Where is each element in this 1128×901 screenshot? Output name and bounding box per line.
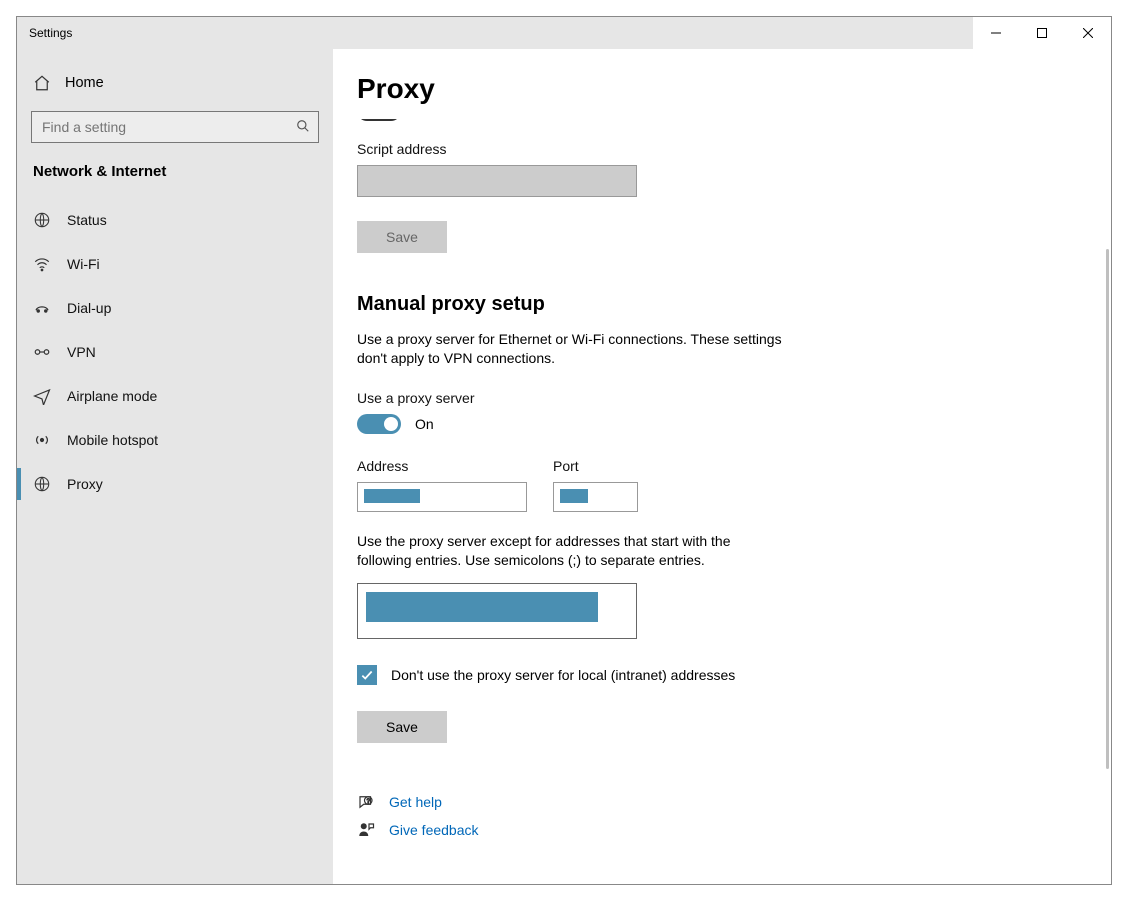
wifi-icon — [33, 255, 51, 273]
manual-proxy-heading: Manual proxy setup — [357, 293, 1111, 316]
script-address-input[interactable] — [357, 165, 637, 197]
minimize-button[interactable] — [973, 17, 1019, 49]
give-feedback-link[interactable]: Give feedback — [389, 822, 479, 838]
save-script-button[interactable]: Save — [357, 221, 447, 253]
port-value-redacted — [560, 489, 588, 503]
scroll-region[interactable]: Off Script address Save Manual proxy set… — [333, 119, 1111, 884]
local-addresses-checkbox[interactable] — [357, 665, 377, 685]
nav-list: Status Wi-Fi Dial-up — [17, 198, 333, 506]
port-input[interactable] — [553, 482, 638, 512]
search-box[interactable] — [31, 111, 319, 143]
feedback-icon — [357, 821, 375, 839]
home-icon — [33, 74, 51, 92]
manual-proxy-desc: Use a proxy server for Ethernet or Wi-Fi… — [357, 330, 807, 368]
titlebar: Settings — [17, 17, 1111, 49]
address-value-redacted — [364, 489, 420, 503]
get-help-row[interactable]: ? Get help — [357, 793, 1111, 811]
globe-icon — [33, 211, 51, 229]
airplane-icon — [33, 387, 51, 405]
address-input[interactable] — [357, 482, 527, 512]
setup-script-toggle[interactable] — [357, 119, 401, 121]
scrollbar[interactable] — [1106, 249, 1109, 769]
port-label: Port — [553, 458, 638, 474]
nav-label: Dial-up — [67, 300, 111, 316]
nav-item-proxy[interactable]: Proxy — [17, 462, 333, 506]
local-addresses-label: Don't use the proxy server for local (in… — [391, 667, 735, 683]
home-label: Home — [65, 75, 104, 91]
nav-label: VPN — [67, 344, 96, 360]
sidebar: Home Network & Internet Status — [17, 49, 333, 884]
exceptions-value-redacted — [366, 592, 598, 622]
give-feedback-row[interactable]: Give feedback — [357, 821, 1111, 839]
use-proxy-toggle[interactable] — [357, 414, 401, 434]
settings-window: Settings Home — [16, 16, 1112, 885]
get-help-link[interactable]: Get help — [389, 794, 442, 810]
search-input[interactable] — [40, 118, 296, 136]
nav-item-vpn[interactable]: VPN — [17, 330, 333, 374]
vpn-icon — [33, 343, 51, 361]
nav-label: Wi-Fi — [67, 256, 100, 272]
dialup-icon — [33, 299, 51, 317]
nav-item-status[interactable]: Status — [17, 198, 333, 242]
use-proxy-state: On — [415, 416, 434, 432]
close-button[interactable] — [1065, 17, 1111, 49]
nav-label: Airplane mode — [67, 388, 157, 404]
exceptions-label: Use the proxy server except for addresse… — [357, 532, 777, 571]
category-header: Network & Internet — [17, 143, 333, 190]
nav-item-hotspot[interactable]: Mobile hotspot — [17, 418, 333, 462]
nav-item-airplane[interactable]: Airplane mode — [17, 374, 333, 418]
help-icon: ? — [357, 793, 375, 811]
nav-item-dialup[interactable]: Dial-up — [17, 286, 333, 330]
content-area: Proxy Off Script address Save Manual — [333, 49, 1111, 884]
window-buttons — [973, 17, 1111, 49]
proxy-icon — [33, 475, 51, 493]
address-label: Address — [357, 458, 527, 474]
home-nav[interactable]: Home — [17, 61, 333, 105]
hotspot-icon — [33, 431, 51, 449]
use-proxy-label: Use a proxy server — [357, 390, 1111, 406]
search-icon — [296, 119, 310, 136]
window-title: Settings — [17, 26, 72, 40]
nav-label: Mobile hotspot — [67, 432, 158, 448]
nav-item-wifi[interactable]: Wi-Fi — [17, 242, 333, 286]
maximize-button[interactable] — [1019, 17, 1065, 49]
nav-label: Proxy — [67, 476, 103, 492]
nav-label: Status — [67, 212, 107, 228]
script-address-label: Script address — [357, 141, 1111, 157]
page-title: Proxy — [333, 49, 1111, 113]
exceptions-input[interactable] — [357, 583, 637, 639]
save-manual-button[interactable]: Save — [357, 711, 447, 743]
